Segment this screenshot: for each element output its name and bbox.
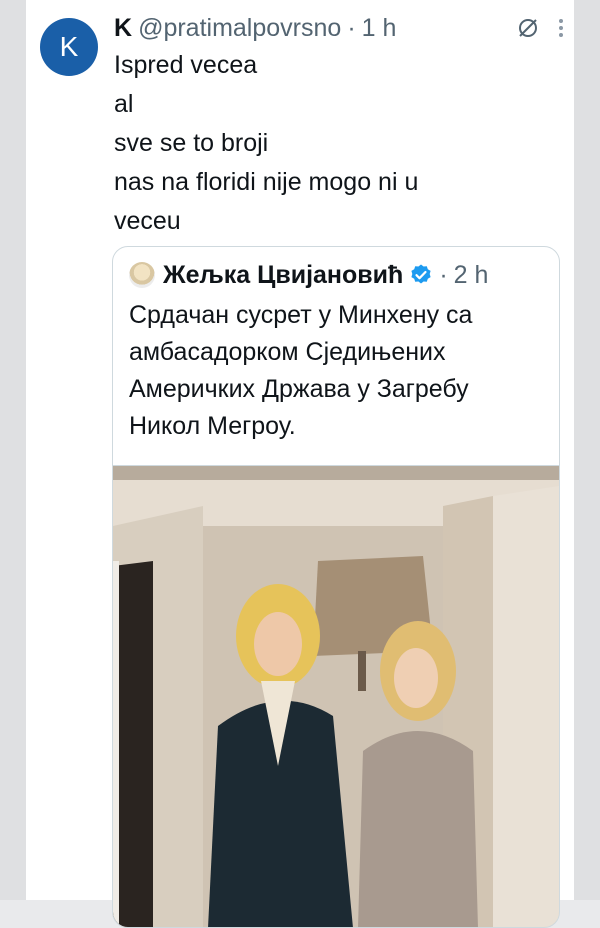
avatar-initial: K: [59, 31, 79, 62]
quoted-photo[interactable]: [113, 465, 559, 928]
more-vertical-icon[interactable]: [558, 18, 564, 38]
tweet-card[interactable]: K K @pratimalpovrsno · 1 h Ispred vecea …: [26, 0, 574, 928]
separator-dot: ·: [347, 13, 356, 42]
quoted-line: Америчких Држава у Загребу: [129, 375, 469, 403]
quoted-line: Никол Мегроу.: [129, 412, 296, 440]
author-name[interactable]: K: [114, 14, 132, 43]
author-handle[interactable]: @pratimalpovrsno: [138, 14, 341, 43]
quoted-avatar[interactable]: [129, 262, 155, 288]
avatar[interactable]: K: [40, 18, 98, 76]
quoted-header: Жељка Цвијановић · 2 h: [129, 259, 549, 291]
quoted-separator-dot: ·: [439, 260, 448, 289]
tweet-line: sve se to broji: [114, 129, 269, 157]
quoted-tweet[interactable]: Жељка Цвијановић · 2 h Срдачан сусрет у …: [112, 246, 560, 928]
left-gutter: [0, 0, 26, 900]
tweet-line: Ispred vecea: [114, 51, 258, 79]
grok-icon[interactable]: [516, 16, 540, 40]
tweet-line: veceu: [114, 207, 181, 235]
quoted-text: Срдачан сусрет у Минхену са амбасадорком…: [129, 297, 547, 445]
right-gutter: [574, 0, 600, 900]
verified-badge-icon: [411, 264, 431, 284]
tweet-time[interactable]: 1 h: [362, 14, 397, 43]
tweet-line: al: [114, 90, 134, 118]
tweet-line: nas na floridi nije mogo ni u: [114, 168, 419, 196]
quoted-line: Срдачан сусрет у Минхену са: [129, 301, 473, 329]
quoted-time[interactable]: 2 h: [454, 261, 489, 290]
tweet-text: Ispred vecea al sve se to broji nas na f…: [114, 46, 554, 241]
tweet-header: K @pratimalpovrsno · 1 h: [114, 10, 564, 46]
quoted-line: амбасадорком Сједињених: [129, 338, 446, 366]
quoted-author-name[interactable]: Жељка Цвијановић: [163, 261, 403, 290]
